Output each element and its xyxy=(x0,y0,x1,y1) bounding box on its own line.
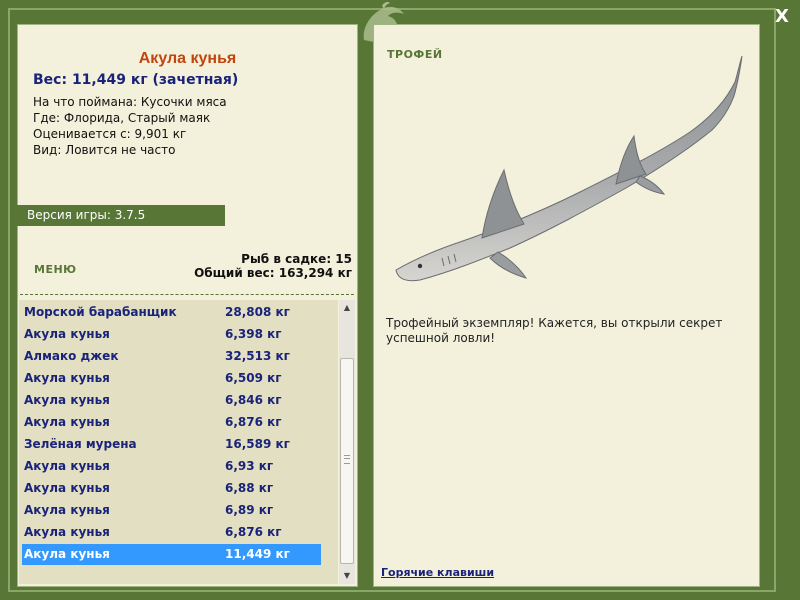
hotkeys-link[interactable]: Горячие клавиши xyxy=(381,566,494,579)
list-item-weight: 6,88 кг xyxy=(225,481,274,495)
list-item[interactable]: Акула кунья 6,509 кг xyxy=(22,368,321,389)
list-scrollbar[interactable]: ▲ ▼ xyxy=(339,300,355,584)
list-item-name: Акула кунья xyxy=(24,481,110,495)
list-item-name: Алмако джек xyxy=(24,349,119,363)
rarity-info: Вид: Ловится не часто xyxy=(33,143,176,157)
fish-weight: Вес: 11,449 кг (зачетная) xyxy=(33,72,239,88)
list-item-name: Акула кунья xyxy=(24,459,110,473)
fish-name: Акула кунья xyxy=(138,50,237,67)
trophy-message: Трофейный экземпляр! Кажется, вы открыли… xyxy=(386,316,723,345)
list-item-name: Морской барабанщик xyxy=(24,305,177,319)
bait-info: На что поймана: Кусочки мяса xyxy=(33,95,227,109)
location-info: Где: Флорида, Старый маяк xyxy=(33,111,211,125)
list-item-name: Акула кунья xyxy=(24,503,110,517)
valuation-info: Оценивается с: 9,901 кг xyxy=(33,127,187,141)
list-item-name: Акула кунья xyxy=(24,415,110,429)
list-item-weight: 6,846 кг xyxy=(225,393,282,407)
list-item-selected[interactable]: Акула кунья 11,449 кг xyxy=(22,544,321,565)
list-item-weight: 28,808 кг xyxy=(225,305,290,319)
list-item-weight: 6,876 кг xyxy=(225,415,282,429)
list-item-weight: 11,449 кг xyxy=(225,547,290,561)
list-item[interactable]: Акула кунья 6,88 кг xyxy=(22,478,321,499)
list-item[interactable]: Морской барабанщик 28,808 кг xyxy=(22,302,321,323)
list-item-name: Акула кунья xyxy=(24,525,110,539)
menu-button[interactable]: МЕНЮ xyxy=(34,263,77,276)
list-item-name: Акула кунья xyxy=(24,393,110,407)
list-item-weight: 6,876 кг xyxy=(225,525,282,539)
list-item-weight: 6,89 кг xyxy=(225,503,274,517)
list-item[interactable]: Зелёная мурена 16,589 кг xyxy=(22,434,321,455)
list-item-weight: 6,93 кг xyxy=(225,459,274,473)
game-version: Версия игры: 3.7.5 xyxy=(17,205,225,226)
list-item-weight: 6,509 кг xyxy=(225,371,282,385)
scroll-up-arrow-icon[interactable]: ▲ xyxy=(339,300,355,316)
list-item-name: Акула кунья xyxy=(24,327,110,341)
list-item-name: Акула кунья xyxy=(24,547,110,561)
scrollbar-thumb[interactable] xyxy=(340,358,354,564)
shark-image xyxy=(395,55,743,282)
list-item[interactable]: Акула кунья 6,846 кг xyxy=(22,390,321,411)
list-item-weight: 32,513 кг xyxy=(225,349,290,363)
list-item[interactable]: Алмако джек 32,513 кг xyxy=(22,346,321,367)
list-item[interactable]: Акула кунья 6,398 кг xyxy=(22,324,321,345)
close-button[interactable]: X xyxy=(770,6,794,28)
caught-fish-list[interactable]: Морской барабанщик 28,808 кг Акула кунья… xyxy=(19,300,338,584)
dashed-divider xyxy=(20,294,354,295)
list-item[interactable]: Акула кунья 6,89 кг xyxy=(22,500,321,521)
keep-net-total-weight: Общий вес: 163,294 кг xyxy=(194,266,352,280)
list-item-weight: 16,589 кг xyxy=(225,437,290,451)
list-item[interactable]: Акула кунья 6,876 кг xyxy=(22,522,321,543)
scroll-down-arrow-icon[interactable]: ▼ xyxy=(339,568,355,584)
list-item-name: Зелёная мурена xyxy=(24,437,137,451)
keep-net-stats: Рыб в садке: 15 Общий вес: 163,294 кг xyxy=(194,252,352,280)
list-item-weight: 6,398 кг xyxy=(225,327,282,341)
scrollbar-grip-icon xyxy=(344,455,350,464)
list-item-name: Акула кунья xyxy=(24,371,110,385)
list-item[interactable]: Акула кунья 6,93 кг xyxy=(22,456,321,477)
list-item[interactable]: Акула кунья 6,876 кг xyxy=(22,412,321,433)
keep-net-count: Рыб в садке: 15 xyxy=(241,252,352,266)
